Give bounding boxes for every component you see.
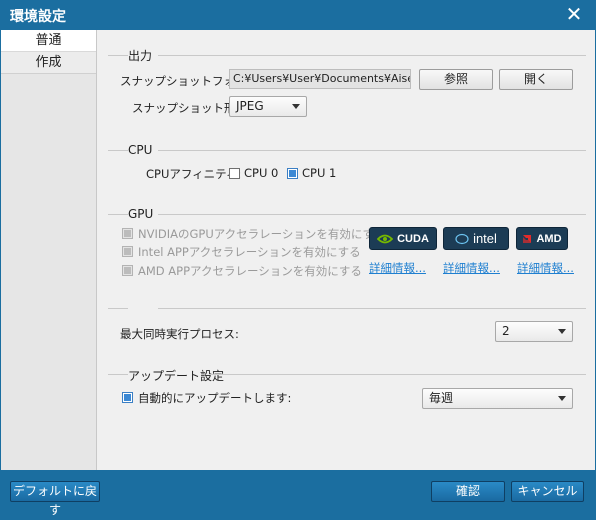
output-group-title: 出力 — [128, 49, 153, 63]
cpu0-checkbox[interactable] — [229, 168, 240, 179]
auto-update-checkbox[interactable] — [122, 392, 133, 403]
snapshot-folder-field[interactable]: C:¥Users¥User¥Documents¥Aiseesoft Studio… — [229, 69, 411, 89]
dialog-body: 普通 作成 出力 スナップショットフォルダ: C:¥Users¥User¥Doc… — [1, 30, 595, 470]
group-divider — [158, 150, 586, 151]
group-divider — [158, 308, 586, 309]
sidebar-item-create[interactable]: 作成 — [1, 52, 96, 74]
update-frequency-select[interactable]: 毎週 — [422, 388, 573, 409]
chevron-down-icon — [558, 396, 566, 401]
group-divider — [108, 55, 128, 56]
sidebar: 普通 作成 — [1, 30, 97, 470]
cuda-details-link[interactable]: 詳細情報... — [369, 260, 426, 276]
group-divider — [108, 214, 128, 215]
group-divider — [108, 150, 128, 151]
intel-accel-label: Intel APPアクセラレーションを有効にする — [138, 245, 361, 259]
snapshot-format-select[interactable]: JPEG — [229, 96, 307, 117]
intel-badge: intel — [443, 227, 509, 250]
amd-badge-label: AMD — [536, 232, 562, 245]
group-divider — [158, 214, 586, 215]
close-icon[interactable]: ✕ — [562, 3, 586, 27]
ok-button[interactable]: 確認 — [431, 481, 505, 502]
group-divider — [210, 374, 586, 375]
gpu-group-title: GPU — [128, 207, 154, 221]
update-group-title: アップデート設定 — [128, 369, 225, 383]
auto-update-label: 自動的にアップデートします: — [138, 391, 292, 405]
amd-badge: AMD — [516, 227, 568, 250]
cpu1-checkbox[interactable] — [287, 168, 298, 179]
nvidia-accel-checkbox[interactable] — [122, 228, 133, 239]
intel-details-link[interactable]: 詳細情報... — [443, 260, 500, 276]
window-title: 環境設定 — [10, 9, 66, 25]
browse-button[interactable]: 参照 — [419, 69, 493, 90]
intel-accel-checkbox[interactable] — [122, 246, 133, 257]
chevron-down-icon — [558, 329, 566, 334]
amd-accel-label: AMD APPアクセラレーションを有効にする — [138, 264, 362, 278]
intel-logo-icon — [455, 233, 469, 244]
max-processes-select[interactable]: 2 — [495, 321, 573, 342]
amd-accel-checkbox[interactable] — [122, 265, 133, 276]
max-processes-value: 2 — [502, 324, 510, 338]
group-divider — [158, 55, 586, 56]
snapshot-format-value: JPEG — [236, 99, 264, 113]
title-bar: 環境設定 ✕ — [0, 0, 596, 30]
cpu-affinity-label: CPUアフィニティ: — [146, 167, 242, 181]
group-divider — [108, 308, 128, 309]
update-frequency-value: 毎週 — [429, 391, 454, 405]
cuda-badge-label: CUDA — [397, 232, 429, 245]
group-divider — [108, 374, 128, 375]
preferences-window: 環境設定 ✕ 普通 作成 出力 スナップショットフォルダ: C:¥Users¥U… — [0, 0, 596, 517]
intel-badge-label: intel — [473, 231, 497, 246]
cuda-badge: CUDA — [369, 227, 437, 250]
chevron-down-icon — [292, 104, 300, 109]
amd-details-link[interactable]: 詳細情報... — [517, 260, 574, 276]
max-processes-label: 最大同時実行プロセス: — [120, 327, 239, 341]
restore-defaults-button[interactable]: デフォルトに戻す — [10, 481, 100, 517]
cancel-button[interactable]: キャンセル — [511, 481, 584, 502]
nvidia-logo-icon — [377, 234, 394, 243]
cpu-group-title: CPU — [128, 143, 153, 157]
sidebar-item-general[interactable]: 普通 — [1, 30, 96, 52]
settings-panel: 出力 スナップショットフォルダ: C:¥Users¥User¥Documents… — [98, 30, 595, 470]
nvidia-accel-label: NVIDIAのGPUアクセラレーションを有効にする — [138, 227, 386, 241]
cpu0-label: CPU 0 — [244, 166, 279, 180]
amd-logo-icon — [523, 234, 532, 243]
open-folder-button[interactable]: 開く — [499, 69, 573, 90]
cpu1-label: CPU 1 — [302, 166, 337, 180]
